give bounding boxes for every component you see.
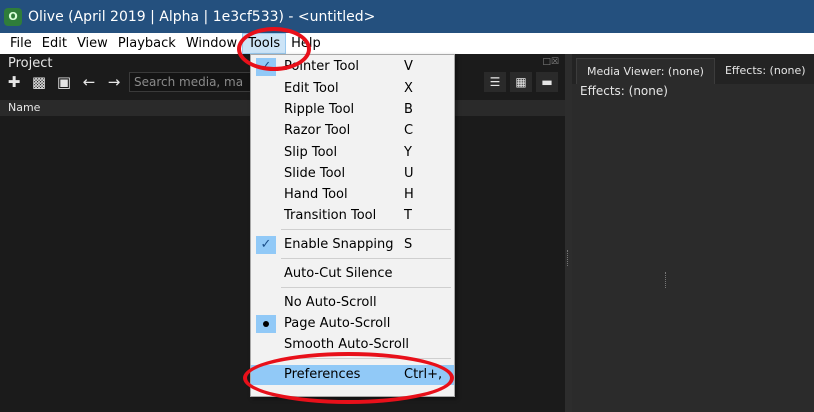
tree-view-icon[interactable]: ▬ [536, 72, 558, 92]
olive-app-icon[interactable]: O [4, 7, 22, 26]
viewer-tabs: Media Viewer: (none) Effects: (none) [572, 54, 814, 84]
viewer-panel: Media Viewer: (none) Effects: (none) Eff… [572, 54, 814, 412]
menu-item-slip-tool[interactable]: Slip Tool Y [251, 143, 454, 163]
project-panel-title: Project [8, 56, 53, 71]
menu-item-label: Edit Tool [284, 81, 339, 96]
menu-item-label: Razor Tool [284, 123, 351, 138]
panel-splitter[interactable] [565, 54, 572, 412]
menu-edit[interactable]: Edit [37, 33, 72, 54]
open-icon[interactable]: ▩ [28, 71, 50, 93]
menu-item-slide-tool[interactable]: Slide Tool U [251, 164, 454, 184]
menu-item-label: Page Auto-Scroll [284, 316, 391, 331]
menu-item-label: Hand Tool [284, 187, 348, 202]
menu-item-hand-tool[interactable]: Hand Tool H [251, 185, 454, 205]
menu-window[interactable]: Window [181, 33, 242, 54]
menu-view[interactable]: View [72, 33, 113, 54]
splitter-grip [567, 250, 569, 266]
new-icon[interactable]: ✚ [3, 71, 25, 93]
annotation-circle-preferences [243, 352, 454, 404]
menu-item-shortcut: T [404, 208, 412, 223]
annotation-circle-tools [237, 27, 311, 71]
menu-item-shortcut: Y [404, 145, 412, 160]
menu-file[interactable]: File [0, 33, 37, 54]
window-title: Olive (April 2019 | Alpha | 1e3cf533) - … [28, 8, 376, 25]
menu-item-auto-cut-silence[interactable]: Auto-Cut Silence [251, 264, 454, 284]
menu-playback[interactable]: Playback [113, 33, 181, 54]
menu-item-shortcut: S [404, 237, 413, 252]
menu-item-shortcut: C [404, 123, 414, 138]
menu-item-shortcut: H [404, 187, 414, 202]
grid-view-icon[interactable]: ▦ [510, 72, 532, 92]
menu-item-label: No Auto-Scroll [284, 295, 377, 310]
viewer-grip [665, 272, 667, 288]
title-bar: O Olive (April 2019 | Alpha | 1e3cf533) … [0, 0, 814, 33]
menu-item-label: Transition Tool [284, 208, 377, 223]
menu-item-shortcut: V [404, 59, 413, 74]
menu-item-enable-snapping[interactable]: ✓ Enable Snapping S [251, 235, 454, 255]
tab-media-viewer[interactable]: Media Viewer: (none) [576, 58, 715, 84]
effects-label: Effects: (none) [580, 84, 668, 98]
menu-separator [281, 258, 451, 259]
menu-item-shortcut: X [404, 81, 413, 96]
menu-item-label: Auto-Cut Silence [284, 266, 393, 281]
menu-item-label: Slip Tool [284, 145, 338, 160]
redo-icon[interactable]: → [103, 71, 125, 93]
menu-item-label: Ripple Tool [284, 102, 355, 117]
menu-item-no-auto-scroll[interactable]: No Auto-Scroll [251, 293, 454, 313]
menu-item-shortcut: U [404, 166, 414, 181]
tools-menu: ✓ Pointer Tool V Edit Tool X Ripple Tool… [250, 54, 455, 397]
radio-bullet-icon [256, 315, 276, 333]
menu-separator [281, 229, 451, 230]
menu-item-transition-tool[interactable]: Transition Tool T [251, 206, 454, 226]
menu-item-ripple-tool[interactable]: Ripple Tool B [251, 100, 454, 120]
check-icon: ✓ [256, 236, 276, 254]
menu-item-label: Enable Snapping [284, 237, 394, 252]
list-view-icon[interactable]: ☰ [484, 72, 506, 92]
menu-item-shortcut: B [404, 102, 413, 117]
undo-icon[interactable]: ← [78, 71, 100, 93]
save-icon[interactable]: ▣ [53, 71, 75, 93]
menu-item-edit-tool[interactable]: Edit Tool X [251, 79, 454, 99]
menu-item-page-auto-scroll[interactable]: Page Auto-Scroll [251, 314, 454, 334]
menu-separator [281, 287, 451, 288]
menu-item-razor-tool[interactable]: Razor Tool C [251, 121, 454, 141]
tab-effects[interactable]: Effects: (none) [715, 58, 814, 84]
menu-item-label: Slide Tool [284, 166, 346, 181]
panel-float-close-icon[interactable]: □☒ [542, 57, 559, 67]
menu-bar: File Edit View Playback Window Tools Hel… [0, 33, 814, 54]
